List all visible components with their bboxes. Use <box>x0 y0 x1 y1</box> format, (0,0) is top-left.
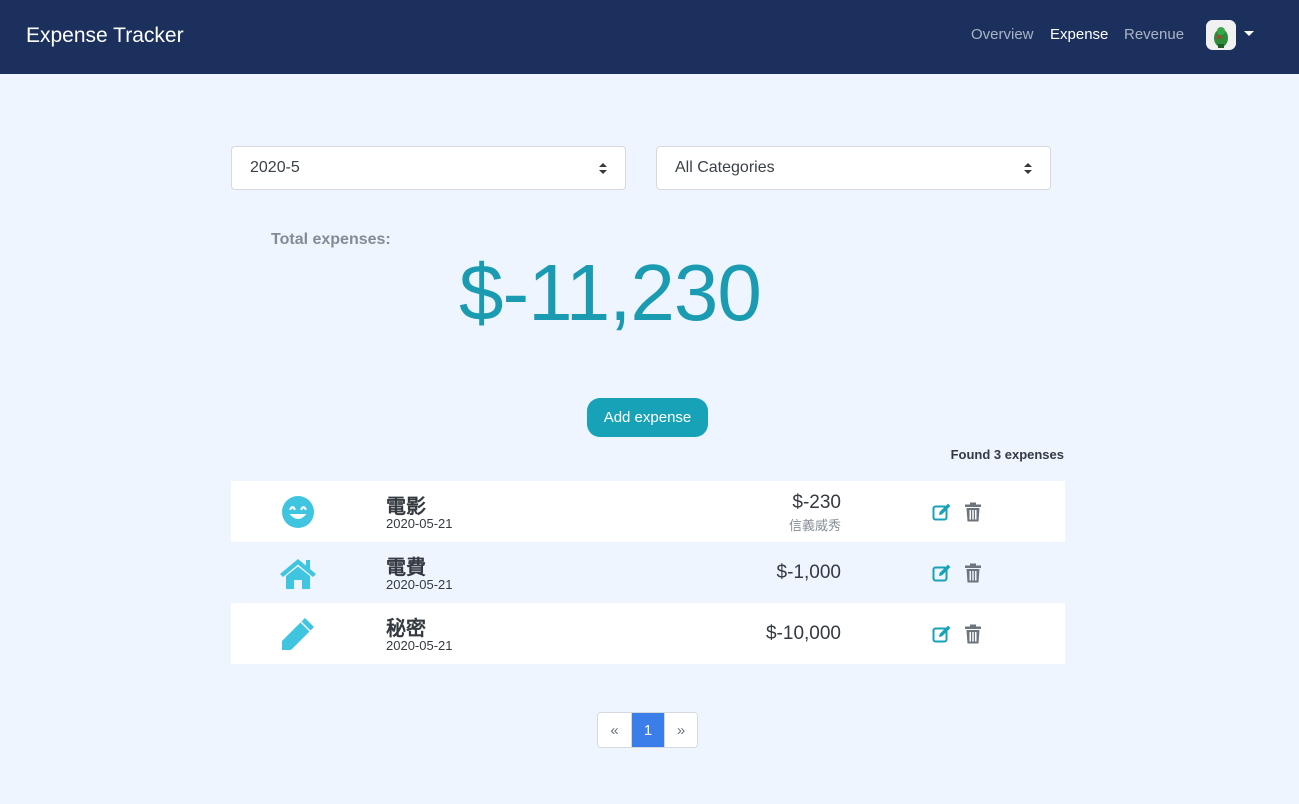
trash-icon[interactable] <box>964 502 982 522</box>
avatar-icon[interactable] <box>1206 20 1236 50</box>
nav-link-revenue[interactable]: Revenue <box>1124 26 1184 43</box>
expense-name: 秘密 <box>386 618 426 640</box>
select-arrows-icon <box>1024 163 1032 174</box>
category-select[interactable]: All Categories <box>656 146 1051 190</box>
page-next-button[interactable]: » <box>664 713 697 747</box>
brand-title[interactable]: Expense Tracker <box>26 24 184 48</box>
select-arrows-icon <box>599 163 607 174</box>
expense-name: 電影 <box>386 496 426 518</box>
category-select-value: All Categories <box>675 159 775 176</box>
navbar: Expense Tracker Overview Expense Revenue <box>0 0 1299 74</box>
expense-amount: $-1,000 <box>776 562 841 583</box>
expense-row: 秘密 2020-05-21 $-10,000 <box>231 603 1065 664</box>
home-icon <box>280 559 316 589</box>
chevron-down-icon[interactable] <box>1244 31 1254 36</box>
total-expenses-label: Total expenses: <box>271 231 391 248</box>
expense-amount: $-10,000 <box>765 623 841 644</box>
expense-merchant: 信義威秀 <box>788 518 841 533</box>
expense-date: 2020-05-21 <box>386 516 453 531</box>
expense-amount: $-230 <box>792 492 841 513</box>
nav-link-expense[interactable]: Expense <box>1050 26 1108 43</box>
page-prev-button[interactable]: « <box>598 713 631 747</box>
nav-link-overview[interactable]: Overview <box>971 26 1034 43</box>
page-1-button[interactable]: 1 <box>631 713 664 747</box>
pagination: « 1 » <box>597 712 698 748</box>
edit-icon[interactable] <box>932 624 952 644</box>
expense-row: 電費 2020-05-21 $-1,000 <box>231 542 1065 603</box>
month-select[interactable]: 2020-5 <box>231 146 626 190</box>
smile-icon <box>282 496 314 528</box>
month-select-value: 2020-5 <box>250 159 300 176</box>
expense-name: 電費 <box>386 557 426 579</box>
edit-icon[interactable] <box>932 502 952 522</box>
trash-icon[interactable] <box>964 624 982 644</box>
pencil-icon <box>282 618 314 650</box>
edit-icon[interactable] <box>932 563 952 583</box>
total-expenses-amount: $-11,230 <box>459 248 762 337</box>
expense-row: 電影 2020-05-21 $-230 信義威秀 <box>231 481 1065 542</box>
trash-icon[interactable] <box>964 563 982 583</box>
found-count: Found 3 expenses <box>950 447 1064 462</box>
expense-date: 2020-05-21 <box>386 577 453 592</box>
expense-date: 2020-05-21 <box>386 638 453 653</box>
add-expense-button[interactable]: Add expense <box>587 398 708 437</box>
